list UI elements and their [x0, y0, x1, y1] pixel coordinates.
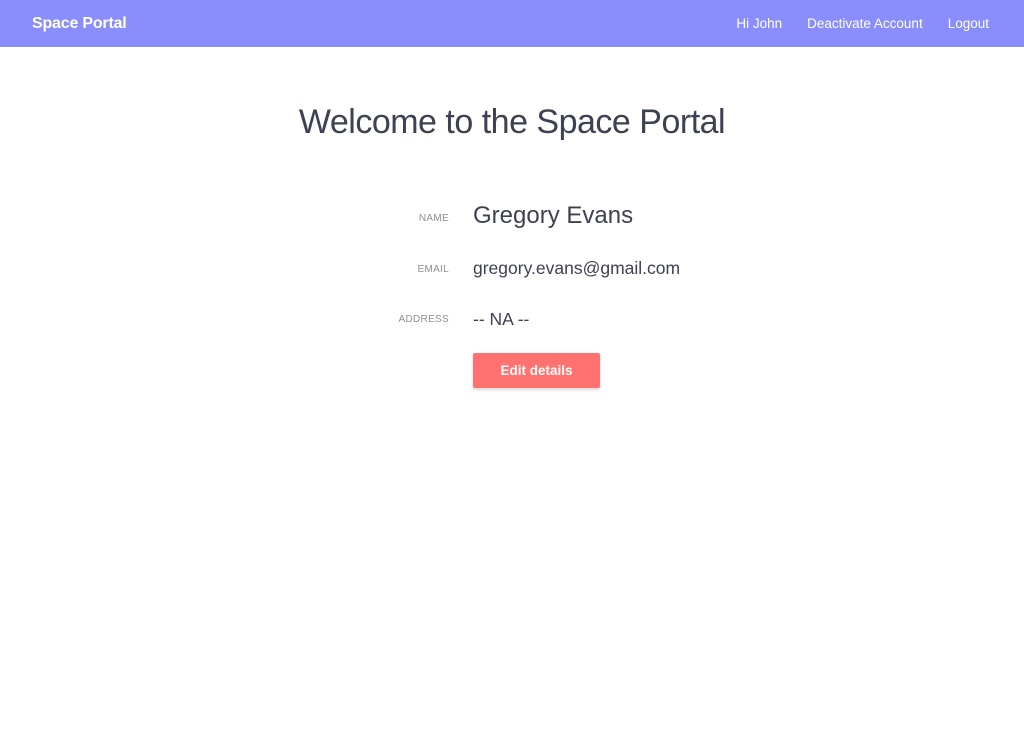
name-label: NAME	[418, 213, 449, 224]
address-value: -- NA --	[473, 309, 530, 329]
address-row: ADDRESS -- NA --	[0, 308, 1024, 338]
page-title: Welcome to the Space Portal	[298, 103, 726, 141]
deactivate-account-link[interactable]: Deactivate Account	[807, 16, 923, 31]
name-row: NAME Gregory Evans	[0, 201, 1024, 231]
address-label: ADDRESS	[398, 314, 449, 325]
logout-link[interactable]: Logout	[948, 16, 989, 31]
email-value: gregory.evans@gmail.com	[473, 258, 681, 278]
greeting-link[interactable]: Hi John	[736, 16, 782, 31]
top-navbar: Space Portal Hi John Deactivate Account …	[0, 0, 1024, 47]
edit-details-button[interactable]: Edit details	[473, 353, 600, 388]
email-label: EMAIL	[417, 264, 449, 275]
nav-links: Hi John Deactivate Account Logout	[711, 16, 989, 31]
brand-link[interactable]: Space Portal	[32, 15, 127, 33]
main-content: Welcome to the Space Portal NAME Gregory…	[0, 47, 1024, 742]
email-row: EMAIL gregory.evans@gmail.com	[0, 257, 1024, 287]
name-value: Gregory Evans	[473, 202, 634, 229]
